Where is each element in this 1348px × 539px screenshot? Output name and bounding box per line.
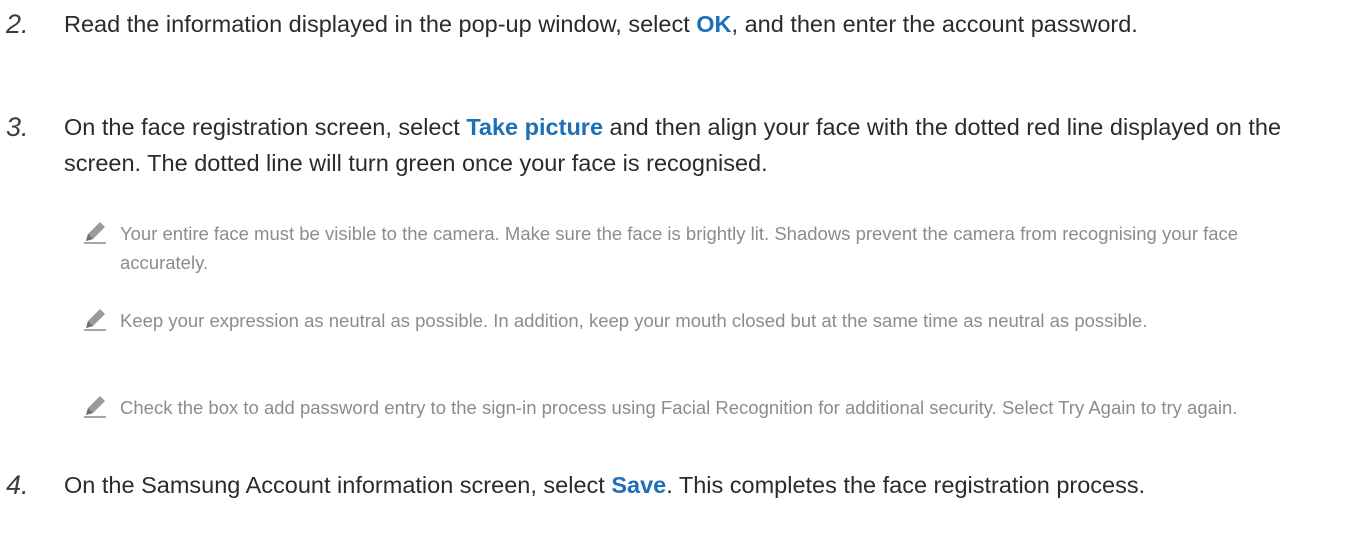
step-text-after: . This completes the face registration p… bbox=[666, 472, 1146, 498]
step-text: Read the information displayed in the po… bbox=[64, 6, 1324, 42]
ok-highlight: OK bbox=[696, 11, 732, 37]
note-text: Your entire face must be visible to the … bbox=[120, 223, 1239, 273]
step-text-before: Read the information displayed in the po… bbox=[64, 11, 697, 37]
step-text-after: , and then enter the account password. bbox=[731, 11, 1138, 37]
step-number: 3. bbox=[6, 112, 29, 142]
step-text: On the face registration screen, select … bbox=[64, 109, 1324, 181]
save-highlight: Save bbox=[611, 472, 667, 498]
pencil-icon bbox=[84, 309, 106, 331]
step-number: 4. bbox=[6, 470, 29, 500]
document-page: 2. Read the information displayed in the… bbox=[0, 0, 1348, 539]
note-text: Keep your expression as neutral as possi… bbox=[120, 310, 1148, 331]
pencil-icon bbox=[84, 396, 106, 418]
step-number: 2. bbox=[6, 9, 29, 39]
pencil-icon bbox=[84, 222, 106, 244]
step-text: On the Samsung Account information scree… bbox=[64, 467, 1324, 503]
take-picture-highlight: Take picture bbox=[466, 114, 604, 140]
note-text: Check the box to add password entry to t… bbox=[120, 397, 1238, 418]
step-text-before: On the face registration screen, select bbox=[64, 114, 467, 140]
step-text-before: On the Samsung Account information scree… bbox=[64, 472, 612, 498]
